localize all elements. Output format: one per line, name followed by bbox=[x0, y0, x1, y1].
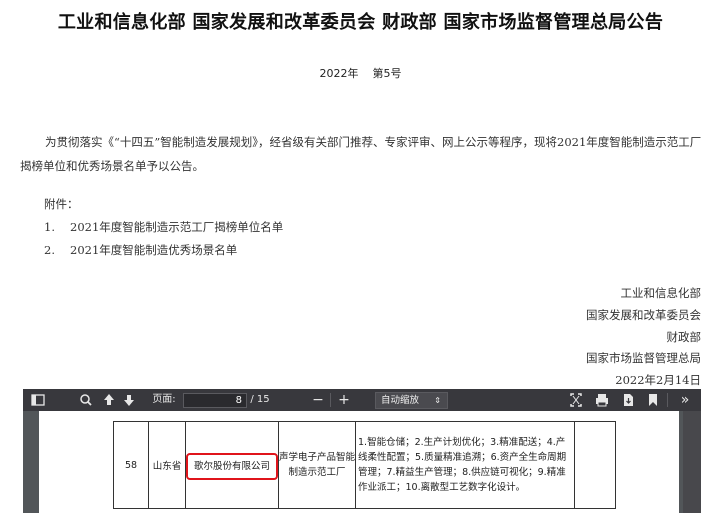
bookmark-icon[interactable] bbox=[645, 389, 661, 411]
toolbar-separator bbox=[330, 393, 331, 407]
announcement-title: 工业和信息化部 国家发展和改革委员会 财政部 国家市场监督管理总局公告 bbox=[57, 12, 664, 33]
row-number: 58 bbox=[113, 421, 149, 509]
next-page-icon[interactable] bbox=[121, 389, 137, 411]
more-tools-button[interactable]: » bbox=[675, 389, 695, 411]
pdf-page: 58 山东省 歌尔股份有限公司 声学电子产品智能制造示范工厂 1.智能仓储；2.… bbox=[39, 411, 679, 513]
row-scene: 声学电子产品智能制造示范工厂 bbox=[278, 421, 356, 509]
attachment-num: 2. bbox=[44, 243, 55, 257]
row-description: 1.智能仓储；2.生产计划优化；3.精准配送；4.产线柔性配置；5.质量精准追溯… bbox=[355, 421, 575, 509]
zoom-out-button[interactable]: − bbox=[309, 389, 327, 411]
attachment-text: 2021年度智能制造示范工厂揭榜单位名单 bbox=[70, 220, 284, 234]
announcement-date: 2022年2月14日 bbox=[615, 373, 701, 387]
vertical-scrollbar[interactable] bbox=[683, 411, 701, 513]
company-highlight: 歌尔股份有限公司 bbox=[186, 452, 278, 480]
fullscreen-icon[interactable] bbox=[567, 389, 585, 411]
zoom-select-value: 自动缩放 bbox=[381, 395, 420, 406]
issue-year: 2022年 bbox=[319, 67, 359, 80]
attachment-text: 2021年度智能制造优秀场景名单 bbox=[70, 243, 238, 257]
zoom-select[interactable]: 自动缩放 ⇕ bbox=[375, 392, 448, 409]
page-label: 页面: bbox=[152, 394, 176, 405]
signatory-mof: 财政部 bbox=[666, 330, 702, 344]
table-row: 58 山东省 歌尔股份有限公司 声学电子产品智能制造示范工厂 1.智能仓储；2.… bbox=[113, 421, 616, 509]
chevron-down-icon: ⇕ bbox=[434, 396, 441, 405]
print-icon[interactable] bbox=[593, 389, 611, 411]
download-icon[interactable] bbox=[619, 389, 637, 411]
signatory-miit: 工业和信息化部 bbox=[620, 286, 702, 300]
winners-table: 58 山东省 歌尔股份有限公司 声学电子产品智能制造示范工厂 1.智能仓储；2.… bbox=[113, 421, 616, 509]
attachment-item-1: 1. 2021年度智能制造示范工厂揭榜单位名单 bbox=[44, 219, 283, 235]
previous-page-icon[interactable] bbox=[101, 389, 117, 411]
issue-number: 2022年 第5号 bbox=[0, 65, 721, 81]
toolbar-separator bbox=[667, 393, 668, 407]
row-company-cell: 歌尔股份有限公司 bbox=[185, 421, 279, 509]
announcement-body: 为贯彻落实《“十四五”智能制造发展规划》，经省级有关部门推荐、专家评审、网上公示… bbox=[20, 135, 702, 173]
row-province: 山东省 bbox=[148, 421, 186, 509]
attachment-item-2: 2. 2021年度智能制造优秀场景名单 bbox=[44, 242, 237, 258]
signatory-ndrc: 国家发展和改革委员会 bbox=[586, 308, 701, 322]
issue-no: 第5号 bbox=[372, 67, 402, 80]
page-number-input[interactable]: 8 bbox=[183, 393, 247, 408]
attachment-num: 1. bbox=[44, 220, 55, 234]
pdf-viewer[interactable]: 页面: 8 / 15 − + 自动缩放 ⇕ » 58 山东省 歌尔股份有限公司 … bbox=[23, 389, 701, 513]
row-extra bbox=[574, 421, 616, 509]
zoom-in-button[interactable]: + bbox=[335, 389, 353, 411]
signatory-samr: 国家市场监督管理总局 bbox=[586, 351, 701, 365]
total-pages: / 15 bbox=[250, 394, 270, 405]
sidebar-toggle-icon[interactable] bbox=[29, 389, 47, 411]
pdf-toolbar: 页面: 8 / 15 − + 自动缩放 ⇕ » bbox=[23, 389, 701, 411]
attachments-label: 附件： bbox=[44, 197, 79, 211]
search-icon[interactable] bbox=[77, 389, 95, 411]
